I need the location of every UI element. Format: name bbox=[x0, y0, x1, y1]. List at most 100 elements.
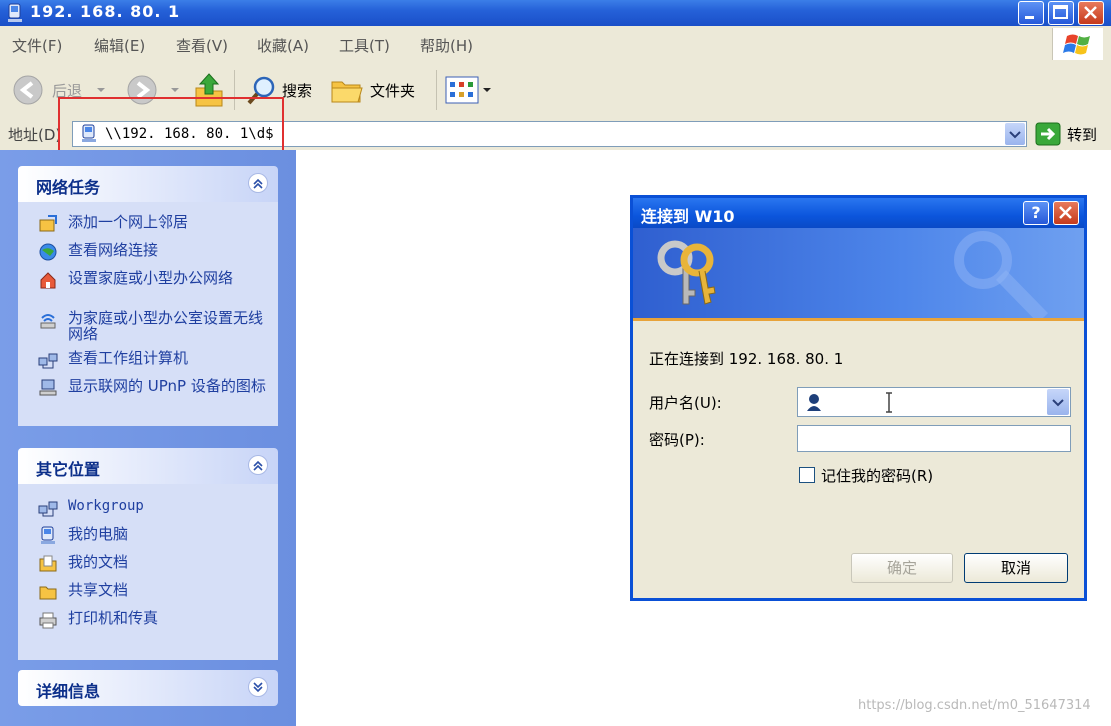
chevron-down-icon bbox=[171, 88, 179, 92]
place-label: 我的电脑 bbox=[68, 525, 129, 543]
password-label: 密码(P): bbox=[649, 431, 705, 449]
dialog-titlebar[interactable]: 连接到 W10 ? bbox=[633, 198, 1084, 228]
close-icon bbox=[1084, 6, 1097, 19]
other-places-body: Workgroup 我的电脑 我的文档 共享文档 打印机和传真 bbox=[18, 484, 278, 660]
dialog-banner-stripe bbox=[633, 318, 1084, 321]
help-label: ? bbox=[1031, 203, 1041, 222]
username-label: 用户名(U): bbox=[649, 394, 722, 412]
details-panel: 详细信息 bbox=[18, 670, 278, 706]
task-label: 查看工作组计算机 bbox=[68, 349, 189, 367]
go-arrow-icon bbox=[1035, 122, 1061, 146]
details-title: 详细信息 bbox=[36, 682, 101, 701]
wireless-icon bbox=[40, 314, 56, 329]
folders-button[interactable]: 文件夹 bbox=[330, 72, 426, 108]
address-dropdown-button[interactable] bbox=[1005, 123, 1025, 145]
chevron-up-icon bbox=[253, 178, 263, 189]
user-icon bbox=[807, 394, 821, 411]
connect-dialog: 连接到 W10 ? 正在连接到 192. 168. 80. 1 用户名(U): bbox=[630, 195, 1087, 601]
task-label: 显示联网的 UPnP 设备的图标 bbox=[68, 377, 266, 395]
task-label: 为家庭或小型办公室设置无线网络 bbox=[68, 309, 264, 343]
workgroup-icon bbox=[38, 501, 58, 517]
maximize-button[interactable] bbox=[1048, 1, 1074, 25]
connecting-text: 正在连接到 192. 168. 80. 1 bbox=[649, 350, 844, 368]
window-title: 192. 168. 80. 1 bbox=[30, 2, 181, 21]
other-places-title: 其它位置 bbox=[36, 460, 101, 479]
dialog-title: 连接到 W10 bbox=[641, 207, 735, 226]
expand-button[interactable] bbox=[248, 677, 268, 697]
keys-icon bbox=[657, 240, 716, 305]
place-label: 共享文档 bbox=[68, 581, 129, 599]
maximize-icon bbox=[1053, 5, 1068, 19]
address-label: 地址(D) bbox=[8, 126, 62, 144]
folder-icon bbox=[331, 81, 363, 103]
task-label: 设置家庭或小型办公网络 bbox=[68, 269, 234, 287]
network-tasks-panel: 网络任务 添加一个网上邻居 查看网络连接 设置家庭或小型办公网络 为家庭或小型办… bbox=[18, 166, 278, 426]
menu-help[interactable]: 帮助(H) bbox=[420, 35, 473, 56]
toolbar-separator bbox=[436, 70, 437, 110]
chevron-down-icon bbox=[253, 682, 263, 693]
menu-edit[interactable]: 编辑(E) bbox=[94, 35, 145, 56]
windows-flag-icon bbox=[1063, 34, 1090, 55]
window-titlebar[interactable]: 192. 168. 80. 1 bbox=[0, 0, 1111, 26]
printer-icon bbox=[39, 612, 57, 629]
add-network-place-icon bbox=[39, 215, 57, 232]
task-label: 查看网络连接 bbox=[68, 241, 159, 259]
windows-logo bbox=[1052, 28, 1103, 60]
chevron-down-icon bbox=[1052, 399, 1064, 407]
upnp-device-icon bbox=[39, 379, 57, 396]
menu-bar: 文件(F) 编辑(E) 查看(V) 收藏(A) 工具(T) 帮助(H) bbox=[0, 26, 1111, 63]
chevron-down-icon bbox=[97, 88, 105, 92]
network-tasks-body: 添加一个网上邻居 查看网络连接 设置家庭或小型办公网络 为家庭或小型办公室设置无… bbox=[18, 202, 278, 426]
other-places-header[interactable]: 其它位置 bbox=[18, 448, 278, 484]
dialog-close-button[interactable] bbox=[1053, 201, 1079, 225]
minimize-icon bbox=[1025, 16, 1034, 19]
collapse-button[interactable] bbox=[248, 173, 268, 193]
views-grid-icon bbox=[445, 76, 491, 104]
place-label: 打印机和传真 bbox=[68, 609, 159, 627]
remember-password-label: 记住我的密码(R) bbox=[821, 467, 934, 485]
chevron-down-icon bbox=[1009, 131, 1021, 139]
network-computer-icon bbox=[8, 3, 22, 22]
chevron-up-icon bbox=[253, 460, 263, 471]
password-field[interactable] bbox=[797, 425, 1071, 452]
back-arrow-icon bbox=[13, 75, 43, 105]
menu-view[interactable]: 查看(V) bbox=[176, 35, 228, 56]
checkbox-box[interactable] bbox=[799, 467, 815, 483]
folders-label: 文件夹 bbox=[370, 82, 416, 100]
menu-favorites[interactable]: 收藏(A) bbox=[257, 35, 309, 56]
place-label: Workgroup bbox=[68, 498, 144, 514]
workgroup-computers-icon bbox=[38, 353, 58, 369]
task-pane: 网络任务 添加一个网上邻居 查看网络连接 设置家庭或小型办公网络 为家庭或小型办… bbox=[0, 150, 296, 726]
help-button[interactable]: ? bbox=[1023, 201, 1049, 225]
search-label: 搜索 bbox=[282, 82, 313, 100]
remember-password-checkbox[interactable]: 记住我的密码(R) bbox=[797, 464, 977, 486]
cancel-label: 取消 bbox=[1000, 559, 1031, 577]
username-combobox[interactable] bbox=[797, 387, 1071, 417]
other-places-panel: 其它位置 Workgroup 我的电脑 我的文档 共享文档 打印机和传真 bbox=[18, 448, 278, 660]
network-tasks-header[interactable]: 网络任务 bbox=[18, 166, 278, 202]
globe-icon bbox=[39, 243, 57, 261]
my-computer-icon bbox=[41, 526, 55, 544]
close-icon bbox=[1059, 206, 1072, 219]
close-button[interactable] bbox=[1078, 1, 1104, 25]
dialog-banner bbox=[633, 228, 1084, 320]
username-dropdown-button[interactable] bbox=[1047, 389, 1069, 415]
home-network-icon bbox=[40, 272, 56, 289]
my-documents-icon bbox=[39, 555, 57, 572]
network-tasks-title: 网络任务 bbox=[36, 178, 101, 197]
collapse-button[interactable] bbox=[248, 455, 268, 475]
banner-keys-watermark bbox=[954, 231, 1049, 318]
place-label: 我的文档 bbox=[68, 553, 129, 571]
menu-tools[interactable]: 工具(T) bbox=[339, 35, 390, 56]
cancel-button[interactable]: 取消 bbox=[964, 553, 1068, 583]
go-label: 转到 bbox=[1067, 126, 1098, 144]
shared-folder-icon bbox=[39, 586, 57, 600]
views-button[interactable] bbox=[444, 74, 494, 106]
menu-file[interactable]: 文件(F) bbox=[12, 35, 62, 56]
minimize-button[interactable] bbox=[1018, 1, 1044, 25]
ok-button[interactable]: 确定 bbox=[851, 553, 953, 583]
details-header[interactable]: 详细信息 bbox=[18, 670, 278, 706]
task-label: 添加一个网上邻居 bbox=[68, 213, 189, 231]
ok-label: 确定 bbox=[886, 559, 917, 577]
watermark-text: https://blog.csdn.net/m0_51647314 bbox=[858, 698, 1091, 713]
